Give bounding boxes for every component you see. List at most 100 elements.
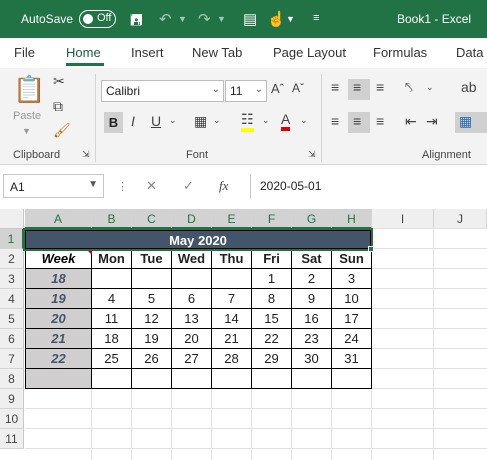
- copy-icon[interactable]: ⧉: [53, 98, 63, 115]
- redo-icon[interactable]: ↷: [198, 10, 211, 28]
- tab-page-layout[interactable]: Page Layout: [273, 45, 346, 60]
- font-color-dropdown-icon[interactable]: ⌄: [300, 115, 308, 126]
- borders-icon[interactable]: ▦: [194, 113, 207, 130]
- column-header-e[interactable]: E: [212, 209, 252, 229]
- date-cell[interactable]: 25: [92, 349, 132, 369]
- column-header-g[interactable]: G: [292, 209, 332, 229]
- fill-dropdown-icon[interactable]: ⌄: [262, 115, 270, 126]
- paste-label[interactable]: Paste: [13, 110, 41, 122]
- date-cell[interactable]: [212, 269, 252, 289]
- date-cell[interactable]: 1: [252, 269, 292, 289]
- font-name-select[interactable]: Calibri ⌄: [101, 80, 224, 102]
- fill-handle[interactable]: [368, 246, 374, 252]
- orientation-dropdown-icon[interactable]: ⌄: [426, 82, 434, 93]
- day-header-fri[interactable]: Fri: [252, 249, 292, 269]
- date-cell[interactable]: [172, 369, 212, 389]
- column-header-j[interactable]: J: [434, 209, 487, 229]
- name-box[interactable]: A1 ▼: [3, 174, 104, 198]
- tab-new-tab[interactable]: New Tab: [192, 45, 242, 60]
- wrap-text-icon[interactable]: ab: [461, 79, 477, 95]
- row-header-11[interactable]: 11: [0, 429, 24, 449]
- tab-data[interactable]: Data: [456, 45, 483, 60]
- row-header-9[interactable]: 9: [0, 389, 24, 409]
- date-cell[interactable]: [132, 369, 172, 389]
- date-cell[interactable]: [92, 269, 132, 289]
- week-number-cell[interactable]: 20: [25, 309, 92, 329]
- date-cell[interactable]: 7: [212, 289, 252, 309]
- undo-dropdown-icon[interactable]: ▼: [178, 14, 187, 24]
- tab-file[interactable]: File: [14, 45, 35, 60]
- date-cell[interactable]: [132, 269, 172, 289]
- tab-formulas[interactable]: Formulas: [373, 45, 427, 60]
- date-cell[interactable]: [292, 369, 332, 389]
- week-number-cell[interactable]: 19: [25, 289, 92, 309]
- formula-input[interactable]: 2020-05-01: [250, 174, 487, 198]
- date-cell[interactable]: [252, 369, 292, 389]
- column-header-c[interactable]: C: [132, 209, 172, 229]
- customize-qat-icon[interactable]: ≡: [313, 12, 319, 24]
- italic-button[interactable]: I: [131, 113, 135, 129]
- date-cell[interactable]: 16: [292, 309, 332, 329]
- day-header-tue[interactable]: Tue: [132, 249, 172, 269]
- date-cell[interactable]: 31: [332, 349, 372, 369]
- date-cell[interactable]: 30: [292, 349, 332, 369]
- row-header-4[interactable]: 4: [0, 289, 24, 309]
- cut-icon[interactable]: ✂: [53, 73, 65, 90]
- borders-dropdown-icon[interactable]: ⌄: [213, 115, 221, 126]
- column-header-a[interactable]: A: [25, 209, 92, 229]
- row-header-5[interactable]: 5: [0, 309, 24, 329]
- touch-dropdown-icon[interactable]: ▼: [286, 14, 295, 24]
- redo-dropdown-icon[interactable]: ▼: [217, 14, 226, 24]
- date-cell[interactable]: 28: [212, 349, 252, 369]
- week-number-cell[interactable]: 21: [25, 329, 92, 349]
- date-cell[interactable]: 4: [92, 289, 132, 309]
- insert-function-icon[interactable]: fx: [219, 178, 228, 194]
- week-number-cell[interactable]: 22: [25, 349, 92, 369]
- enter-icon[interactable]: ✓: [183, 178, 194, 194]
- day-header-thu[interactable]: Thu: [212, 249, 252, 269]
- align-top-icon[interactable]: ≡: [331, 79, 339, 95]
- column-header-f[interactable]: F: [252, 209, 292, 229]
- column-header-d[interactable]: D: [172, 209, 212, 229]
- row-header-2[interactable]: 2: [0, 249, 24, 269]
- align-bottom-icon[interactable]: ≡: [376, 79, 384, 95]
- day-header-wed[interactable]: Wed: [172, 249, 212, 269]
- date-cell[interactable]: [92, 369, 132, 389]
- row-header-7[interactable]: 7: [0, 349, 24, 369]
- date-cell[interactable]: 19: [132, 329, 172, 349]
- date-cell[interactable]: 24: [332, 329, 372, 349]
- column-header-i[interactable]: I: [372, 209, 434, 229]
- select-all-button[interactable]: [0, 209, 24, 229]
- clipboard-launcher-icon[interactable]: ⇲: [82, 149, 90, 160]
- week-number-cell[interactable]: [25, 369, 92, 389]
- format-painter-icon[interactable]: 🖌: [53, 122, 71, 139]
- date-cell[interactable]: 11: [92, 309, 132, 329]
- date-cell[interactable]: 12: [132, 309, 172, 329]
- day-header-mon[interactable]: Mon: [92, 249, 132, 269]
- form-icon[interactable]: ▤: [243, 10, 257, 28]
- date-cell[interactable]: 29: [252, 349, 292, 369]
- date-cell[interactable]: 8: [252, 289, 292, 309]
- align-right-icon[interactable]: ≡: [376, 113, 384, 129]
- underline-dropdown-icon[interactable]: ⌄: [169, 115, 177, 126]
- date-cell[interactable]: [332, 369, 372, 389]
- date-cell[interactable]: 27: [172, 349, 212, 369]
- decrease-indent-icon[interactable]: ⇤: [405, 113, 417, 130]
- date-cell[interactable]: 13: [172, 309, 212, 329]
- date-cell[interactable]: [172, 269, 212, 289]
- date-cell[interactable]: 5: [132, 289, 172, 309]
- fill-color-icon[interactable]: ☷: [241, 111, 254, 132]
- bold-button[interactable]: B: [104, 112, 123, 133]
- tab-home[interactable]: Home: [66, 45, 101, 60]
- date-cell[interactable]: 6: [172, 289, 212, 309]
- date-cell[interactable]: 10: [332, 289, 372, 309]
- date-cell[interactable]: 22: [252, 329, 292, 349]
- date-cell[interactable]: 9: [292, 289, 332, 309]
- autosave-toggle[interactable]: Off: [79, 10, 116, 28]
- underline-button[interactable]: U: [151, 113, 161, 129]
- week-number-cell[interactable]: 18: [25, 269, 92, 289]
- font-color-icon[interactable]: A: [281, 111, 291, 131]
- decrease-font-icon[interactable]: Aˇ: [292, 81, 304, 95]
- row-header-10[interactable]: 10: [0, 409, 24, 429]
- orientation-icon[interactable]: ⤣: [405, 79, 413, 96]
